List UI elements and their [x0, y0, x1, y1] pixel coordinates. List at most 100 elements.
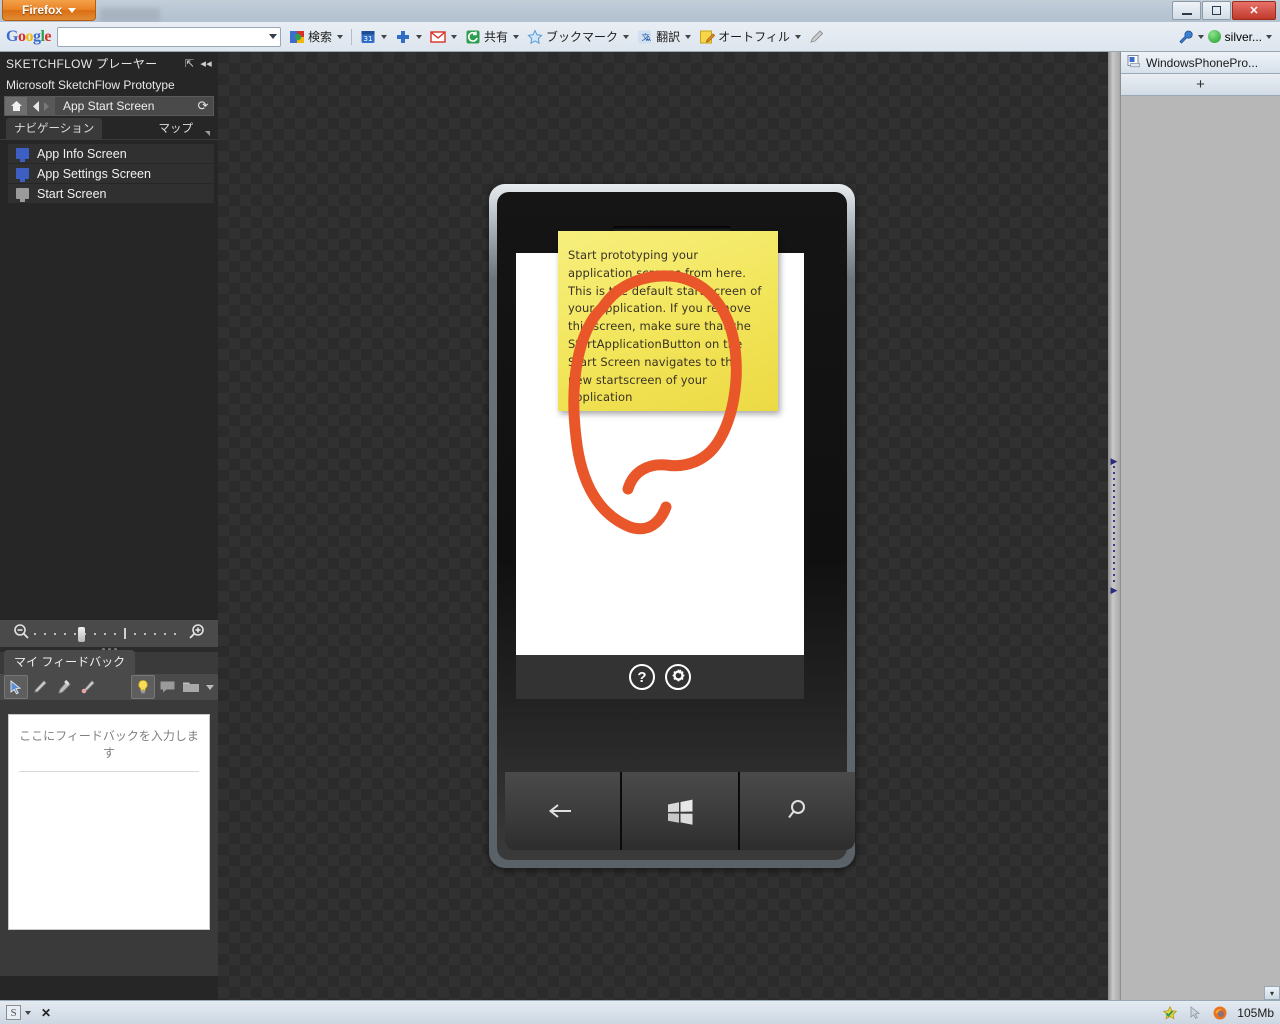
right-panel: WindowsPhonePro... + ▾: [1120, 52, 1280, 1000]
toolbar-item-calendar[interactable]: 31: [360, 29, 388, 45]
zoom-track-tick: [124, 628, 126, 639]
pen-icon[interactable]: [28, 675, 52, 699]
refresh-icon[interactable]: ⟳: [193, 98, 213, 114]
star-icon[interactable]: [1162, 1005, 1178, 1021]
search-button[interactable]: [739, 772, 855, 850]
settings-button[interactable]: [665, 664, 691, 690]
feedback-input[interactable]: ここにフィードバックを入力します: [8, 714, 210, 930]
help-button[interactable]: ?: [629, 664, 655, 690]
chevron-down-icon[interactable]: [794, 34, 801, 39]
tab-map[interactable]: マップ: [151, 118, 202, 139]
firefox-titlebar: Firefox ✕: [0, 0, 1280, 22]
highlighter-icon[interactable]: [52, 675, 76, 699]
sticky-note[interactable]: Start prototyping your application scree…: [558, 231, 778, 411]
restore-icon: [1212, 6, 1221, 15]
toolbar-item-search[interactable]: 検索: [289, 28, 344, 45]
scroll-down-button[interactable]: ▾: [1264, 986, 1280, 1000]
list-item[interactable]: App Settings Screen: [8, 164, 214, 184]
my-feedback-panel: マイ フィードバック ここにフィードバックを入力します: [0, 650, 218, 976]
add-tab-button[interactable]: +: [1121, 74, 1280, 96]
chevron-down-icon[interactable]: [269, 34, 278, 39]
account-status-icon: [1207, 30, 1221, 43]
firefox-menu-button[interactable]: Firefox: [2, 0, 96, 21]
list-item[interactable]: Start Screen: [8, 184, 214, 204]
toolbar-item-bookmark[interactable]: ブックマーク: [527, 28, 630, 45]
cursor-icon[interactable]: [1187, 1005, 1203, 1021]
comment-icon[interactable]: [155, 675, 179, 699]
sketchflow-title: SKETCHFLOW プレーヤー: [6, 56, 158, 71]
start-button[interactable]: [622, 772, 738, 850]
screen-label: Start Screen: [37, 186, 107, 201]
tab-overflow-icon[interactable]: [205, 131, 210, 136]
status-bar: S ✕ 105Mb: [0, 1000, 1280, 1024]
panel-splitter[interactable]: ▶ ▶: [1108, 52, 1120, 1000]
sticky-note-text: Start prototyping your application scree…: [568, 248, 762, 405]
back-arrow-icon: [548, 804, 571, 818]
tab-my-feedback[interactable]: マイ フィードバック: [4, 650, 136, 674]
tab-my-feedback-label: マイ フィードバック: [14, 655, 126, 669]
google-search-box[interactable]: [57, 26, 282, 47]
document-icon: [1127, 54, 1141, 71]
back-button[interactable]: [505, 772, 621, 850]
google-logo: Google: [6, 27, 52, 45]
right-panel-tab[interactable]: WindowsPhonePro...: [1121, 52, 1280, 74]
chevron-down-icon[interactable]: [25, 1010, 31, 1015]
close-button[interactable]: ✕: [1232, 1, 1276, 20]
home-icon[interactable]: [5, 97, 27, 115]
list-item[interactable]: App Info Screen: [8, 144, 214, 164]
cursor-icon[interactable]: [4, 675, 28, 699]
minimize-icon: [1181, 12, 1192, 15]
search-input[interactable]: [61, 30, 270, 43]
chevron-down-icon[interactable]: [337, 34, 344, 39]
folder-icon[interactable]: [179, 675, 203, 699]
prototype-canvas[interactable]: ? Start prototyping your application scr…: [218, 52, 1108, 1000]
autofill-icon: [699, 29, 716, 45]
tab-navigation-label: ナビゲーション: [14, 123, 95, 135]
gmail-icon: [430, 29, 446, 45]
chevron-down-icon[interactable]: [685, 34, 692, 39]
toolbar-item-translate[interactable]: 文 A 翻訳: [637, 28, 692, 45]
chevron-down-icon[interactable]: [451, 34, 458, 39]
chevron-down-icon[interactable]: [206, 684, 215, 690]
splitter-grip: [1113, 466, 1115, 586]
zoom-in-icon[interactable]: [188, 623, 205, 645]
google-toolbar-right: silver...: [1178, 29, 1276, 45]
toolbar-item-pencil[interactable]: [809, 29, 825, 45]
firefox-icon[interactable]: [1212, 1005, 1228, 1021]
svg-text:31: 31: [364, 35, 373, 43]
gear-icon: [672, 669, 685, 686]
google-icon: [289, 29, 305, 45]
chevron-down-icon[interactable]: [1266, 34, 1272, 39]
close-icon: ✕: [1249, 5, 1259, 17]
restore-button[interactable]: [1202, 1, 1231, 20]
toolbar-item-gmail[interactable]: [430, 29, 458, 45]
collapse-icon[interactable]: ◂◂: [200, 57, 212, 70]
toolbar-item-plus-one[interactable]: [395, 29, 423, 45]
popout-icon[interactable]: ⇱: [185, 57, 195, 70]
toolbar-item-share[interactable]: 共有: [465, 28, 520, 45]
tab-navigation[interactable]: ナビゲーション: [6, 118, 103, 139]
minimize-button[interactable]: [1172, 1, 1201, 20]
zoom-out-icon[interactable]: [13, 623, 30, 645]
zoom-slider-handle[interactable]: [78, 627, 85, 642]
collapse-up-icon[interactable]: ▶: [1111, 457, 1118, 466]
toolbar-item-autofill[interactable]: オートフィル: [699, 28, 801, 45]
zoom-slider-track[interactable]: [34, 627, 184, 642]
feedback-placeholder: ここにフィードバックを入力します: [19, 727, 199, 772]
wrench-icon[interactable]: [1178, 29, 1194, 45]
chevron-down-icon[interactable]: [416, 34, 423, 39]
chevron-down-icon[interactable]: [1197, 34, 1204, 39]
inactive-tab[interactable]: [100, 8, 160, 22]
chevron-down-icon[interactable]: [623, 34, 630, 39]
feedback-toolbar: [0, 674, 218, 700]
eraser-brush-icon[interactable]: [76, 675, 100, 699]
silverlight-icon[interactable]: S: [6, 1005, 21, 1020]
nav-arrows[interactable]: [27, 97, 55, 115]
chevron-down-icon[interactable]: [381, 34, 388, 39]
lightbulb-icon[interactable]: [131, 675, 156, 699]
toolbar-divider: [351, 28, 353, 45]
chevron-down-icon[interactable]: [513, 34, 520, 39]
close-status-icon[interactable]: ✕: [41, 1006, 51, 1020]
collapse-down-icon[interactable]: ▶: [1111, 586, 1118, 595]
account-label[interactable]: silver...: [1225, 30, 1262, 44]
